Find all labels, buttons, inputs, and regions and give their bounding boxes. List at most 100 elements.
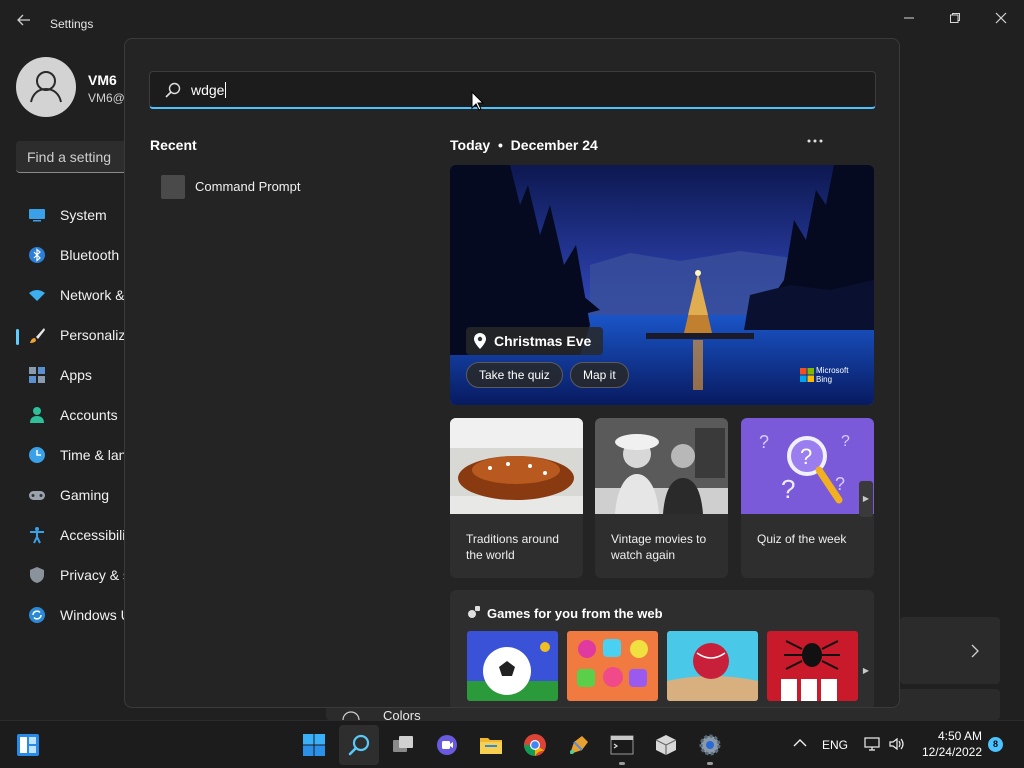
file-explorer-button[interactable] (471, 725, 511, 765)
hero-card[interactable]: Christmas Eve Take the quiz Map it Micro… (450, 165, 874, 405)
search-button[interactable] (339, 725, 379, 765)
card-vintage-movies[interactable]: Vintage movies to watch again (595, 418, 728, 578)
clock-time[interactable]: 4:50 AM (930, 729, 982, 743)
terminal-icon (610, 735, 634, 755)
find-setting-input[interactable]: Find a setting (16, 141, 128, 173)
more-options-icon[interactable] (805, 135, 825, 147)
soccer-ball-image (467, 631, 558, 701)
wifi-icon (29, 290, 45, 301)
nav-item-time-language[interactable]: Time & lan (16, 436, 128, 476)
nav-item-system[interactable]: System (16, 196, 128, 236)
game-tile-spider-solitaire[interactable] (767, 631, 858, 701)
nav-item-bluetooth[interactable]: Bluetooth (16, 236, 128, 276)
gamepad-icon (29, 491, 45, 500)
games-icon (468, 606, 480, 618)
accessibility-icon (30, 527, 44, 544)
hero-title: Christmas Eve (466, 327, 604, 355)
clock-date[interactable]: 12/24/2022 (912, 745, 982, 759)
games-scroll-right-button[interactable]: ▶ (859, 656, 873, 686)
terminal-icon (161, 175, 185, 199)
mouse-cursor-icon (471, 91, 485, 111)
pinned-app-button[interactable] (559, 725, 599, 765)
widgets-button[interactable] (8, 725, 48, 765)
avatar[interactable] (16, 57, 76, 117)
language-indicator[interactable]: ENG (822, 738, 848, 752)
nav-item-label: Accessibili (60, 527, 126, 543)
nav-item-windows-update[interactable]: Windows U (16, 596, 131, 636)
running-indicator (619, 762, 625, 765)
notification-badge[interactable]: 8 (988, 737, 1003, 752)
search-icon (165, 82, 181, 98)
search-input[interactable]: wdge (149, 71, 876, 109)
search-icon (348, 734, 370, 756)
svg-text:?: ? (841, 433, 850, 450)
chrome-icon (524, 734, 546, 756)
svg-text:?: ? (781, 474, 795, 504)
close-button[interactable] (979, 6, 1023, 30)
app-title: Settings (50, 17, 94, 31)
nav-item-label: Apps (60, 367, 92, 383)
chevron-up-icon[interactable] (792, 736, 808, 750)
game-tile-soccer[interactable] (467, 631, 558, 701)
nav-item-accounts[interactable]: Accounts (16, 396, 128, 436)
nav-item-gaming[interactable]: Gaming (16, 476, 128, 516)
card-traditions[interactable]: Traditions around the world (450, 418, 583, 578)
game-tile-match3[interactable] (567, 631, 658, 701)
back-arrow-icon[interactable] (14, 12, 34, 32)
take-quiz-button[interactable]: Take the quiz (466, 362, 563, 388)
clock-icon (29, 447, 45, 463)
settings-row-card[interactable] (900, 617, 1000, 684)
cards-scroll-right-button[interactable]: ▶ (859, 481, 873, 517)
nav-item-label: Network & (60, 287, 125, 303)
games-section: Games for you from the web ▶ (450, 590, 874, 707)
recent-item-command-prompt[interactable]: Command Prompt (151, 167, 391, 207)
today-header: Today • December 24 (450, 137, 598, 153)
chat-button[interactable] (427, 725, 467, 765)
update-icon (29, 607, 45, 623)
task-view-button[interactable] (383, 725, 423, 765)
shield-icon (30, 567, 44, 583)
settings-taskbar-button[interactable] (690, 725, 730, 765)
windows-logo-icon (303, 734, 325, 756)
card-quiz-of-week[interactable]: ? ? ? ? ? Quiz of the week (741, 418, 874, 578)
hero-title-text: Christmas Eve (494, 333, 592, 349)
card-label: Vintage movies to watch again (611, 532, 707, 562)
start-button[interactable] (294, 725, 334, 765)
package-app-button[interactable] (646, 725, 686, 765)
network-icon[interactable] (864, 736, 880, 752)
user-email: VM6@ (88, 91, 125, 105)
game-tile-cricket[interactable] (667, 631, 758, 701)
nav-item-label: Privacy & s (60, 567, 131, 583)
chrome-button[interactable] (515, 725, 555, 765)
nav-item-label: Time & lan (60, 447, 127, 463)
nav-item-label: System (60, 207, 107, 223)
nav-item-accessibility[interactable]: Accessibili (16, 516, 128, 556)
card-label: Traditions around the world (466, 532, 559, 562)
bread-image (450, 418, 583, 514)
map-it-button[interactable]: Map it (570, 362, 629, 388)
volume-icon[interactable] (888, 736, 904, 752)
nav-item-label: Bluetooth (60, 247, 120, 263)
apps-icon (29, 367, 45, 383)
spider-solitaire-image (767, 631, 858, 701)
bluetooth-icon (29, 247, 45, 263)
games-title: Games for you from the web (487, 606, 663, 621)
search-query: wdge (191, 82, 227, 98)
cricket-ball-image (667, 631, 758, 701)
task-view-icon (393, 736, 413, 752)
command-prompt-button[interactable] (602, 725, 642, 765)
gear-icon (699, 734, 721, 756)
maximize-button[interactable] (933, 6, 977, 30)
monitor-icon (29, 209, 45, 222)
bing-attribution: Microsoft Bing (816, 366, 849, 384)
svg-text:?: ? (800, 444, 812, 469)
user-name: VM6 (88, 72, 117, 88)
nav-item-network[interactable]: Network & (16, 276, 128, 316)
date-label: December 24 (510, 137, 598, 153)
nav-item-personalization[interactable]: Personaliza (16, 316, 133, 356)
find-setting-placeholder: Find a setting (27, 149, 112, 165)
nav-item-apps[interactable]: Apps (16, 356, 128, 396)
nav-item-privacy[interactable]: Privacy & s (16, 556, 131, 596)
nav-item-label: Gaming (60, 487, 110, 503)
minimize-button[interactable] (887, 6, 931, 30)
